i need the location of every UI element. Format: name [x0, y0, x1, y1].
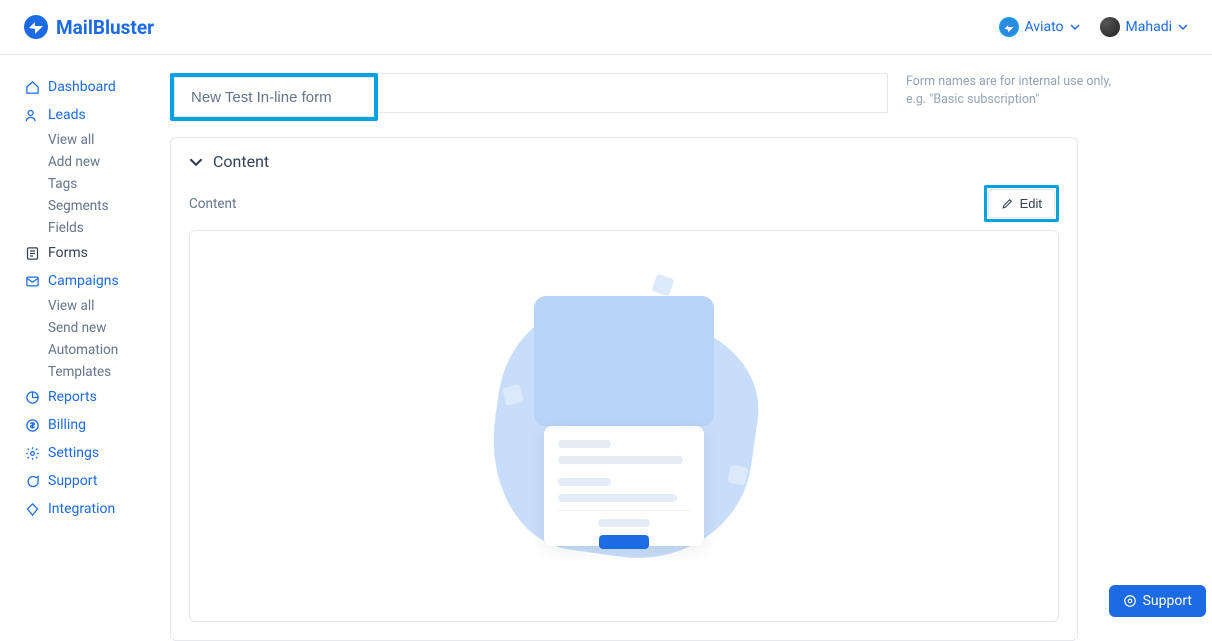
- users-icon: [24, 107, 40, 123]
- sidebar-item-leads[interactable]: Leads: [24, 101, 170, 129]
- sidebar-label: Dashboard: [48, 79, 116, 95]
- content-panel: Content Content Edit: [170, 137, 1078, 641]
- top-bar: MailBluster Aviato Mahadi: [0, 0, 1212, 55]
- chevron-down-icon: [189, 155, 203, 169]
- form-name-highlight: [170, 73, 378, 121]
- chevron-down-icon: [1178, 22, 1188, 32]
- gear-icon: [24, 445, 40, 461]
- form-name-input-extension[interactable]: [378, 73, 888, 113]
- panel-title: Content: [213, 152, 269, 171]
- sidebar-item-integration[interactable]: Integration: [24, 495, 170, 523]
- sidebar-sub-leads-addnew[interactable]: Add new: [24, 151, 170, 173]
- sidebar-sub-leads-tags[interactable]: Tags: [24, 173, 170, 195]
- sidebar-item-reports[interactable]: Reports: [24, 383, 170, 411]
- sidebar-label: Support: [48, 473, 97, 489]
- sidebar-label: Billing: [48, 417, 86, 433]
- sidebar: Dashboard Leads View all Add new Tags Se…: [0, 55, 170, 629]
- workspace-switcher[interactable]: Aviato: [999, 17, 1080, 37]
- content-label: Content: [189, 196, 236, 212]
- pencil-icon: [1001, 197, 1014, 210]
- brand[interactable]: MailBluster: [24, 15, 154, 39]
- sidebar-item-forms[interactable]: Forms: [24, 239, 170, 267]
- topbar-right: Aviato Mahadi: [999, 17, 1189, 37]
- sidebar-sub-camp-templates[interactable]: Templates: [24, 361, 170, 383]
- sidebar-item-settings[interactable]: Settings: [24, 439, 170, 467]
- chevron-down-icon: [1070, 22, 1080, 32]
- support-fab-label: Support: [1143, 593, 1192, 609]
- diamond-icon: [24, 501, 40, 517]
- sidebar-sub-camp-viewall[interactable]: View all: [24, 295, 170, 317]
- avatar: [1100, 17, 1120, 37]
- brand-logo-icon: [24, 15, 48, 39]
- sidebar-item-billing[interactable]: Billing: [24, 411, 170, 439]
- form-icon: [24, 245, 40, 261]
- mail-icon: [24, 273, 40, 289]
- sidebar-label: Forms: [48, 245, 88, 261]
- sidebar-item-support[interactable]: Support: [24, 467, 170, 495]
- edit-label: Edit: [1020, 196, 1042, 211]
- form-name-input[interactable]: [174, 77, 374, 117]
- sidebar-sub-camp-automation[interactable]: Automation: [24, 339, 170, 361]
- sidebar-sub-leads-segments[interactable]: Segments: [24, 195, 170, 217]
- user-menu[interactable]: Mahadi: [1100, 17, 1188, 37]
- sidebar-item-dashboard[interactable]: Dashboard: [24, 73, 170, 101]
- home-icon: [24, 79, 40, 95]
- sidebar-item-campaigns[interactable]: Campaigns: [24, 267, 170, 295]
- chat-icon: [24, 473, 40, 489]
- form-name-hint: Form names are for internal use only, e.…: [906, 73, 1111, 108]
- sidebar-label: Campaigns: [48, 273, 119, 289]
- brand-name: MailBluster: [56, 16, 154, 39]
- hint-line: e.g. "Basic subscription": [906, 91, 1111, 109]
- sidebar-label: Integration: [48, 501, 115, 517]
- sidebar-label: Reports: [48, 389, 97, 405]
- workspace-badge-icon: [999, 17, 1019, 37]
- user-name: Mahadi: [1126, 19, 1172, 35]
- sidebar-label: Settings: [48, 445, 99, 461]
- chat-icon: [1123, 594, 1137, 608]
- sidebar-sub-leads-fields[interactable]: Fields: [24, 217, 170, 239]
- workspace-name: Aviato: [1025, 19, 1064, 35]
- sidebar-label: Leads: [48, 107, 86, 123]
- support-fab[interactable]: Support: [1109, 585, 1206, 617]
- edit-button[interactable]: Edit: [988, 189, 1055, 218]
- edit-button-highlight: Edit: [984, 185, 1059, 222]
- dollar-icon: [24, 417, 40, 433]
- panel-header[interactable]: Content: [171, 138, 1077, 185]
- sidebar-sub-camp-sendnew[interactable]: Send new: [24, 317, 170, 339]
- chart-icon: [24, 389, 40, 405]
- hint-line: Form names are for internal use only,: [906, 73, 1111, 91]
- sidebar-sub-leads-viewall[interactable]: View all: [24, 129, 170, 151]
- form-placeholder-illustration: [474, 266, 774, 586]
- main: Form names are for internal use only, e.…: [170, 55, 1212, 629]
- content-preview: [189, 230, 1059, 622]
